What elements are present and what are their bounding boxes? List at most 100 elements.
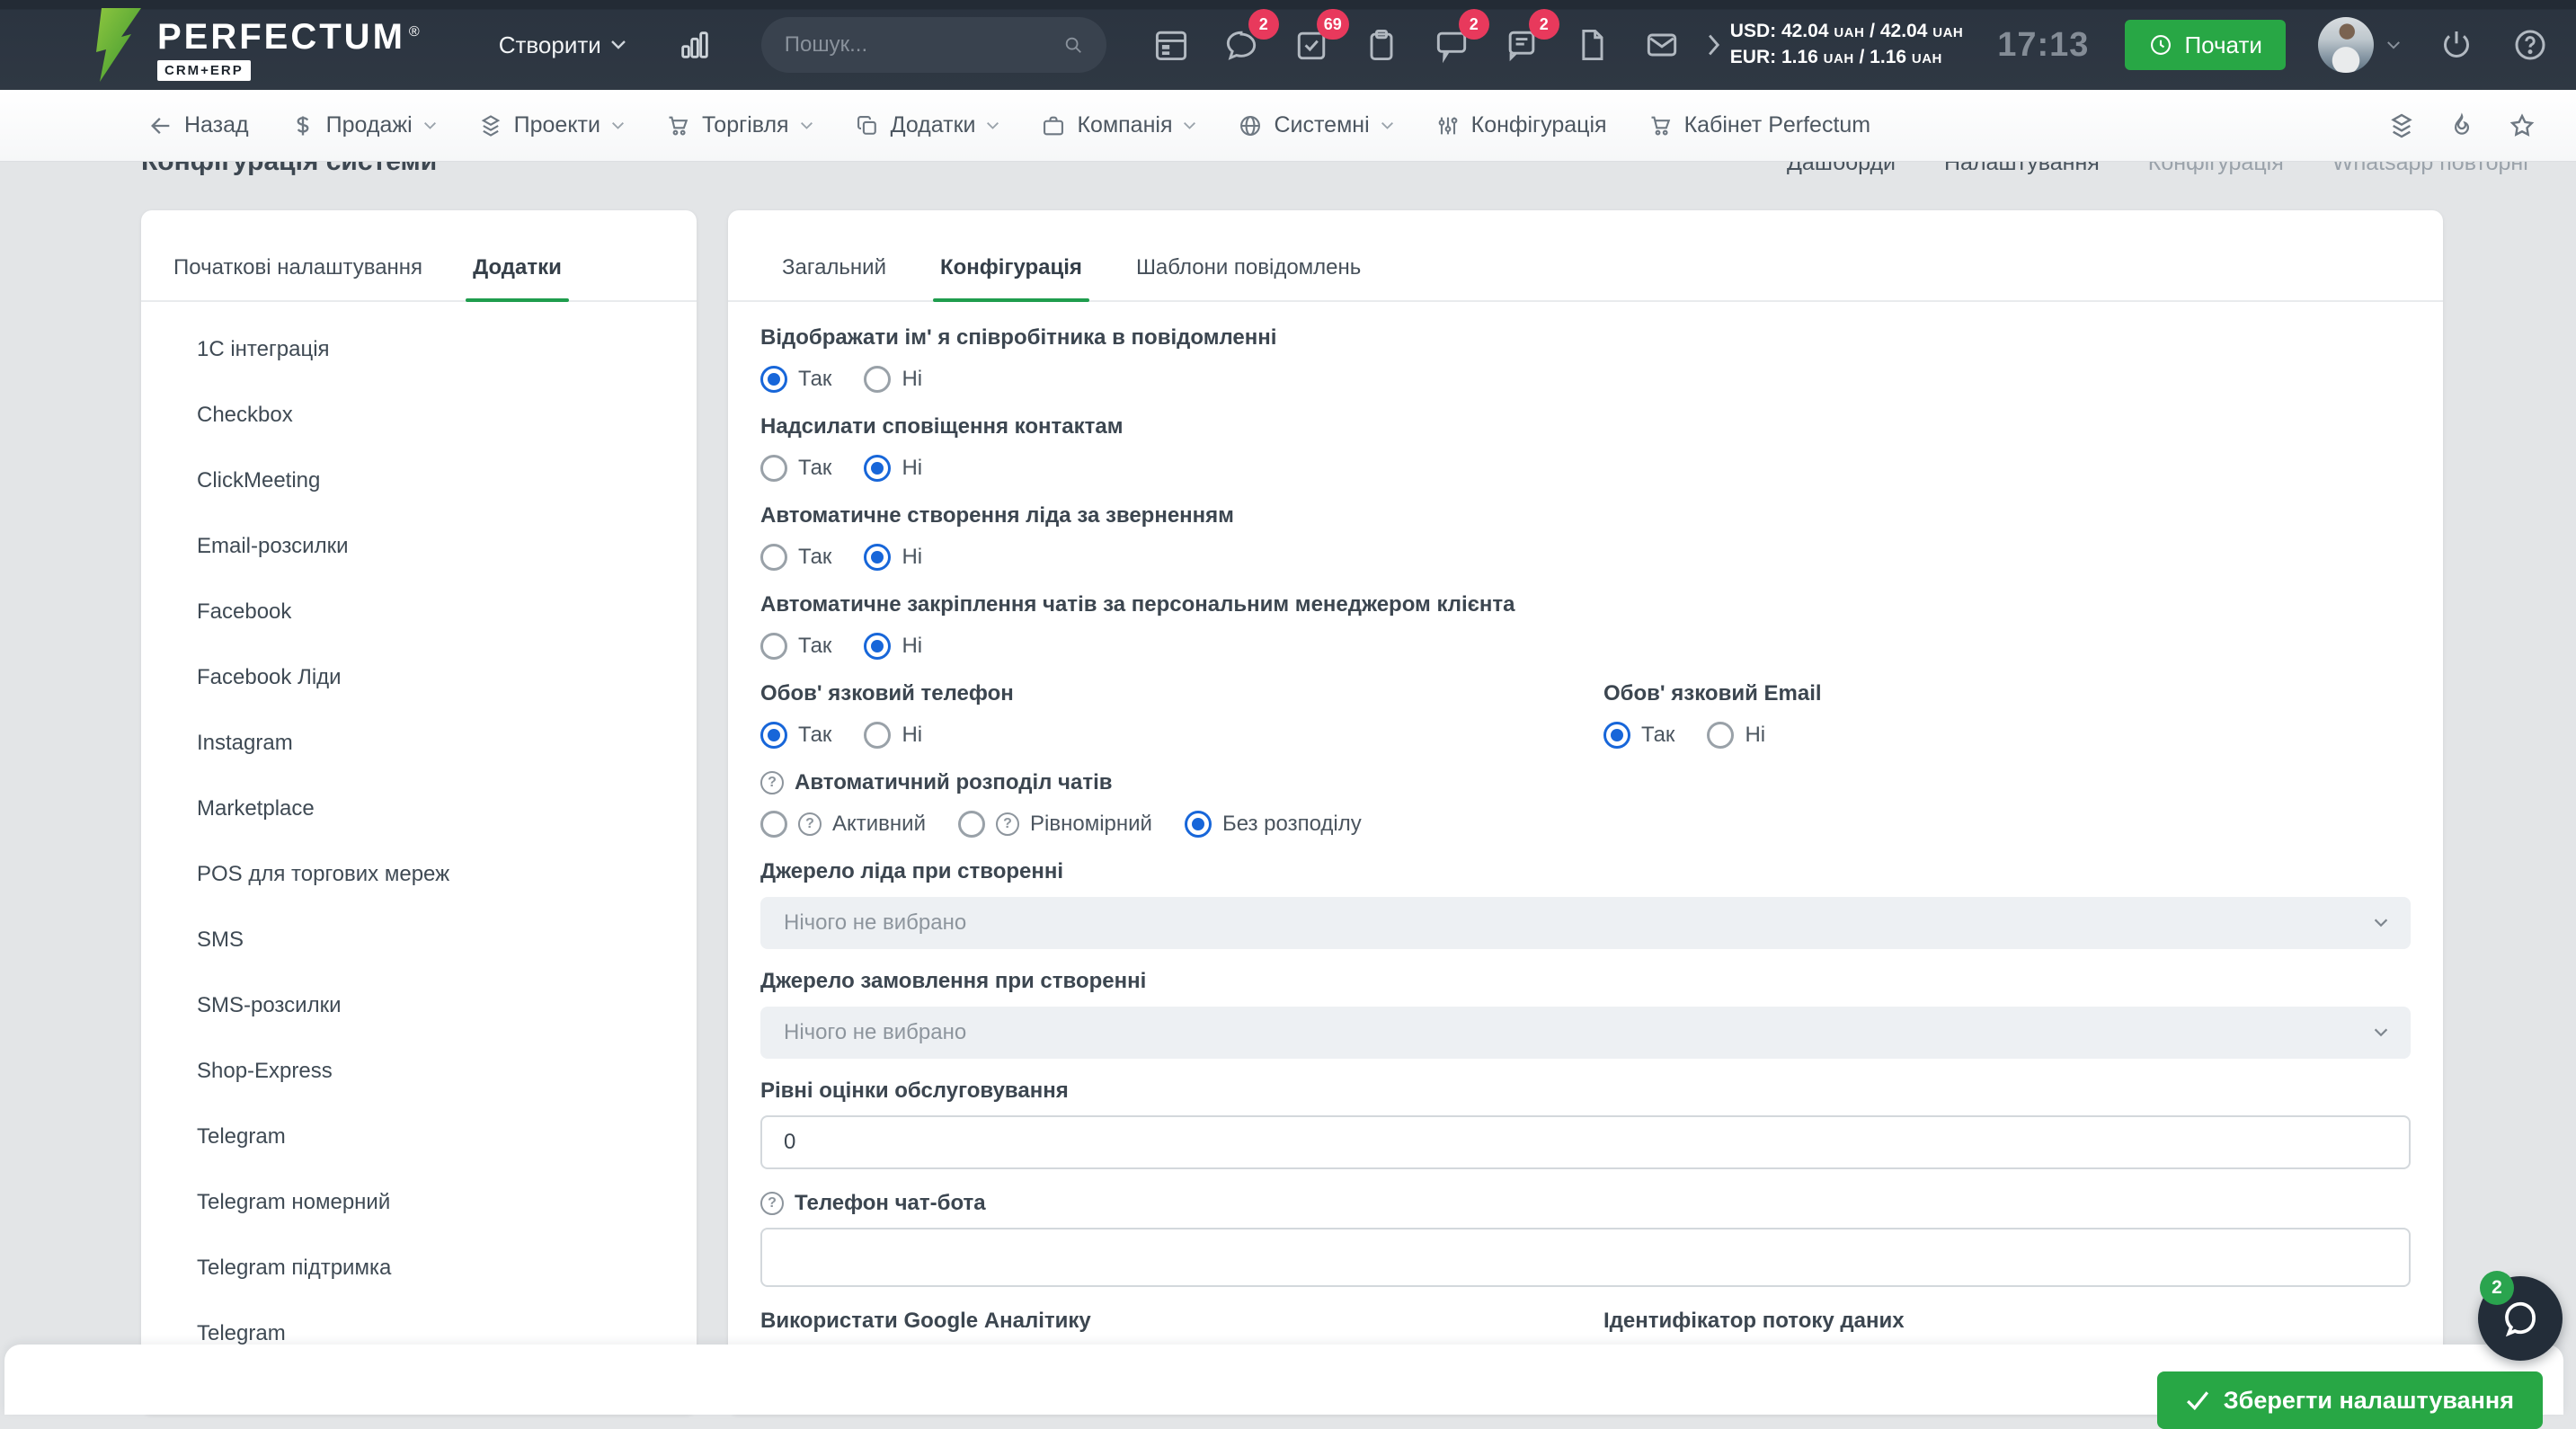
globe-icon (1240, 115, 1261, 136)
flame-icon[interactable] (2448, 111, 2475, 140)
radio-no[interactable]: Ні (864, 366, 922, 393)
help-icon[interactable]: ? (760, 771, 784, 794)
cart-icon (1651, 116, 1670, 135)
list-item[interactable]: Checkbox (141, 382, 697, 448)
list-item[interactable]: Instagram (141, 710, 697, 776)
radio-yes[interactable]: Так (1603, 722, 1674, 749)
radio-no[interactable]: Ні (1707, 722, 1765, 749)
order-source-select[interactable]: Нічого не вибрано (760, 1007, 2411, 1059)
eur-rate: EUR: 1.16 UAH / 1.16 UAH (1729, 47, 1942, 67)
global-search (760, 17, 1106, 73)
nav-configuration[interactable]: Конфігурація (1435, 112, 1607, 138)
avatar[interactable] (2317, 17, 2374, 73)
start-timer-button[interactable]: Почати (2125, 20, 2286, 70)
help-icon[interactable]: ? (996, 812, 1019, 836)
radio-no-distribution[interactable]: Без розподілу (1184, 811, 1362, 838)
tasks-icon[interactable]: 69 (1292, 9, 1349, 65)
tab-message-templates[interactable]: Шаблони повідомлень (1136, 255, 1361, 300)
perfectum-logo[interactable]: PERFECTUM ® CRM+ERP (85, 6, 420, 84)
chatbot-phone-input[interactable] (760, 1228, 2411, 1287)
search-icon[interactable] (1063, 33, 1083, 57)
radio-no[interactable]: Ні (864, 633, 922, 660)
radio-yes[interactable]: Так (760, 544, 831, 571)
nav-projects[interactable]: Проекти (478, 112, 625, 138)
app-header: PERFECTUM® CRM+ERP Створити 2 69 (0, 0, 2576, 90)
list-item[interactable]: Telegram (141, 1104, 697, 1169)
list-item[interactable]: POS для торгових мереж (141, 841, 697, 907)
tab-addons[interactable]: Додатки (466, 255, 569, 302)
create-button[interactable]: Створити (499, 31, 626, 59)
start-label: Почати (2184, 31, 2262, 58)
star-icon[interactable] (2508, 111, 2536, 140)
chats-icon[interactable]: 2 (1221, 9, 1279, 65)
list-item[interactable]: ClickMeeting (141, 448, 697, 513)
header-icon-row: 2 69 2 2 (1151, 9, 1682, 65)
list-item[interactable]: Email-розсилки (141, 513, 697, 579)
currency-rates: USD: 42.04 UAH / 42.04 UAH EUR: 1.16 UAH… (1730, 19, 1963, 71)
list-item[interactable]: Telegram підтримка (141, 1235, 697, 1300)
help-icon[interactable]: ? (760, 1192, 784, 1215)
field-required-phone: Обов' язковий телефон Так Ні (760, 681, 1014, 749)
stack-icon[interactable] (2387, 111, 2416, 140)
mail-icon[interactable] (1642, 25, 1682, 65)
check-icon (2186, 1391, 2208, 1410)
nav-system[interactable]: Системні (1238, 112, 1393, 138)
chevron-down-icon (610, 40, 626, 49)
chevron-down-icon (800, 121, 813, 129)
list-item[interactable]: Marketplace (141, 776, 697, 841)
field-show-employee-name: Відображати ім' я співробітника в повідо… (760, 325, 1277, 393)
radio-yes[interactable]: Так (760, 366, 831, 393)
save-settings-button[interactable]: Зберегти налаштування (2156, 1371, 2543, 1429)
field-lead-source: Джерело ліда при створенні Нічого не виб… (760, 859, 2411, 949)
message-doc-icon[interactable]: 2 (1502, 9, 1559, 65)
list-item[interactable]: SMS-розсилки (141, 972, 697, 1038)
nav-trade[interactable]: Торгівля (666, 112, 813, 138)
collapse-chevron-icon[interactable] (1705, 33, 1721, 57)
list-item[interactable]: Telegram номерний (141, 1169, 697, 1235)
radio-no[interactable]: Ні (864, 455, 922, 482)
calendar-icon[interactable] (1151, 25, 1191, 65)
clipboard-icon[interactable] (1362, 25, 1401, 65)
briefcase-icon (1044, 116, 1064, 135)
service-levels-input[interactable] (760, 1115, 2411, 1169)
list-item[interactable]: Shop-Express (141, 1038, 697, 1104)
nav-apps[interactable]: Додатки (855, 112, 1000, 138)
radio-yes[interactable]: Так (760, 722, 831, 749)
logout-icon[interactable] (2438, 27, 2474, 63)
tab-initial-settings[interactable]: Початкові налаштування (173, 255, 422, 300)
tasks-badge: 69 (1316, 9, 1349, 40)
field-notify-contacts: Надсилати сповіщення контактам Так Ні (760, 414, 1124, 482)
tab-configuration[interactable]: Конфігурація (933, 255, 1089, 302)
save-footer: Зберегти налаштування (4, 1345, 2563, 1429)
radio-uniform[interactable]: ? Рівномірний (958, 811, 1152, 838)
nav-company[interactable]: Компанія (1041, 112, 1196, 138)
field-required-email: Обов' язковий Email Так Ні (1603, 681, 1822, 749)
configuration-form: Відображати ім' я співробітника в повідо… (728, 302, 2443, 1334)
addons-list: 1С інтеграція Checkbox ClickMeeting Emai… (141, 316, 697, 1366)
list-item[interactable]: SMS (141, 907, 697, 972)
nav-back[interactable]: Назад (148, 112, 249, 138)
nav-sales[interactable]: Продажі (290, 112, 437, 138)
help-icon[interactable]: ? (798, 812, 822, 836)
brand-name: PERFECTUM (157, 17, 405, 57)
support-chat-button[interactable]: 2 (2478, 1271, 2563, 1361)
radio-yes[interactable]: Так (760, 633, 831, 660)
comments-icon[interactable]: 2 (1432, 9, 1489, 65)
radio-active[interactable]: ? Активний (760, 811, 926, 838)
list-item[interactable]: Facebook (141, 579, 697, 644)
stats-icon[interactable] (677, 27, 713, 63)
usd-rate: USD: 42.04 UAH / 42.04 UAH (1729, 21, 1964, 41)
radio-no[interactable]: Ні (864, 722, 922, 749)
list-item[interactable]: 1С інтеграція (141, 316, 697, 382)
search-input[interactable] (784, 32, 1063, 58)
user-menu[interactable] (2317, 17, 2401, 73)
list-item[interactable]: Facebook Ліди (141, 644, 697, 710)
file-icon[interactable] (1572, 25, 1612, 65)
lead-source-select[interactable]: Нічого не вибрано (760, 897, 2411, 949)
radio-no[interactable]: Ні (864, 544, 922, 571)
radio-yes[interactable]: Так (760, 455, 831, 482)
tab-general[interactable]: Загальний (782, 255, 886, 300)
chat-bubble-icon (2505, 1301, 2536, 1337)
help-icon[interactable] (2512, 27, 2548, 63)
nav-cabinet[interactable]: Кабінет Perfectum (1648, 112, 1870, 138)
